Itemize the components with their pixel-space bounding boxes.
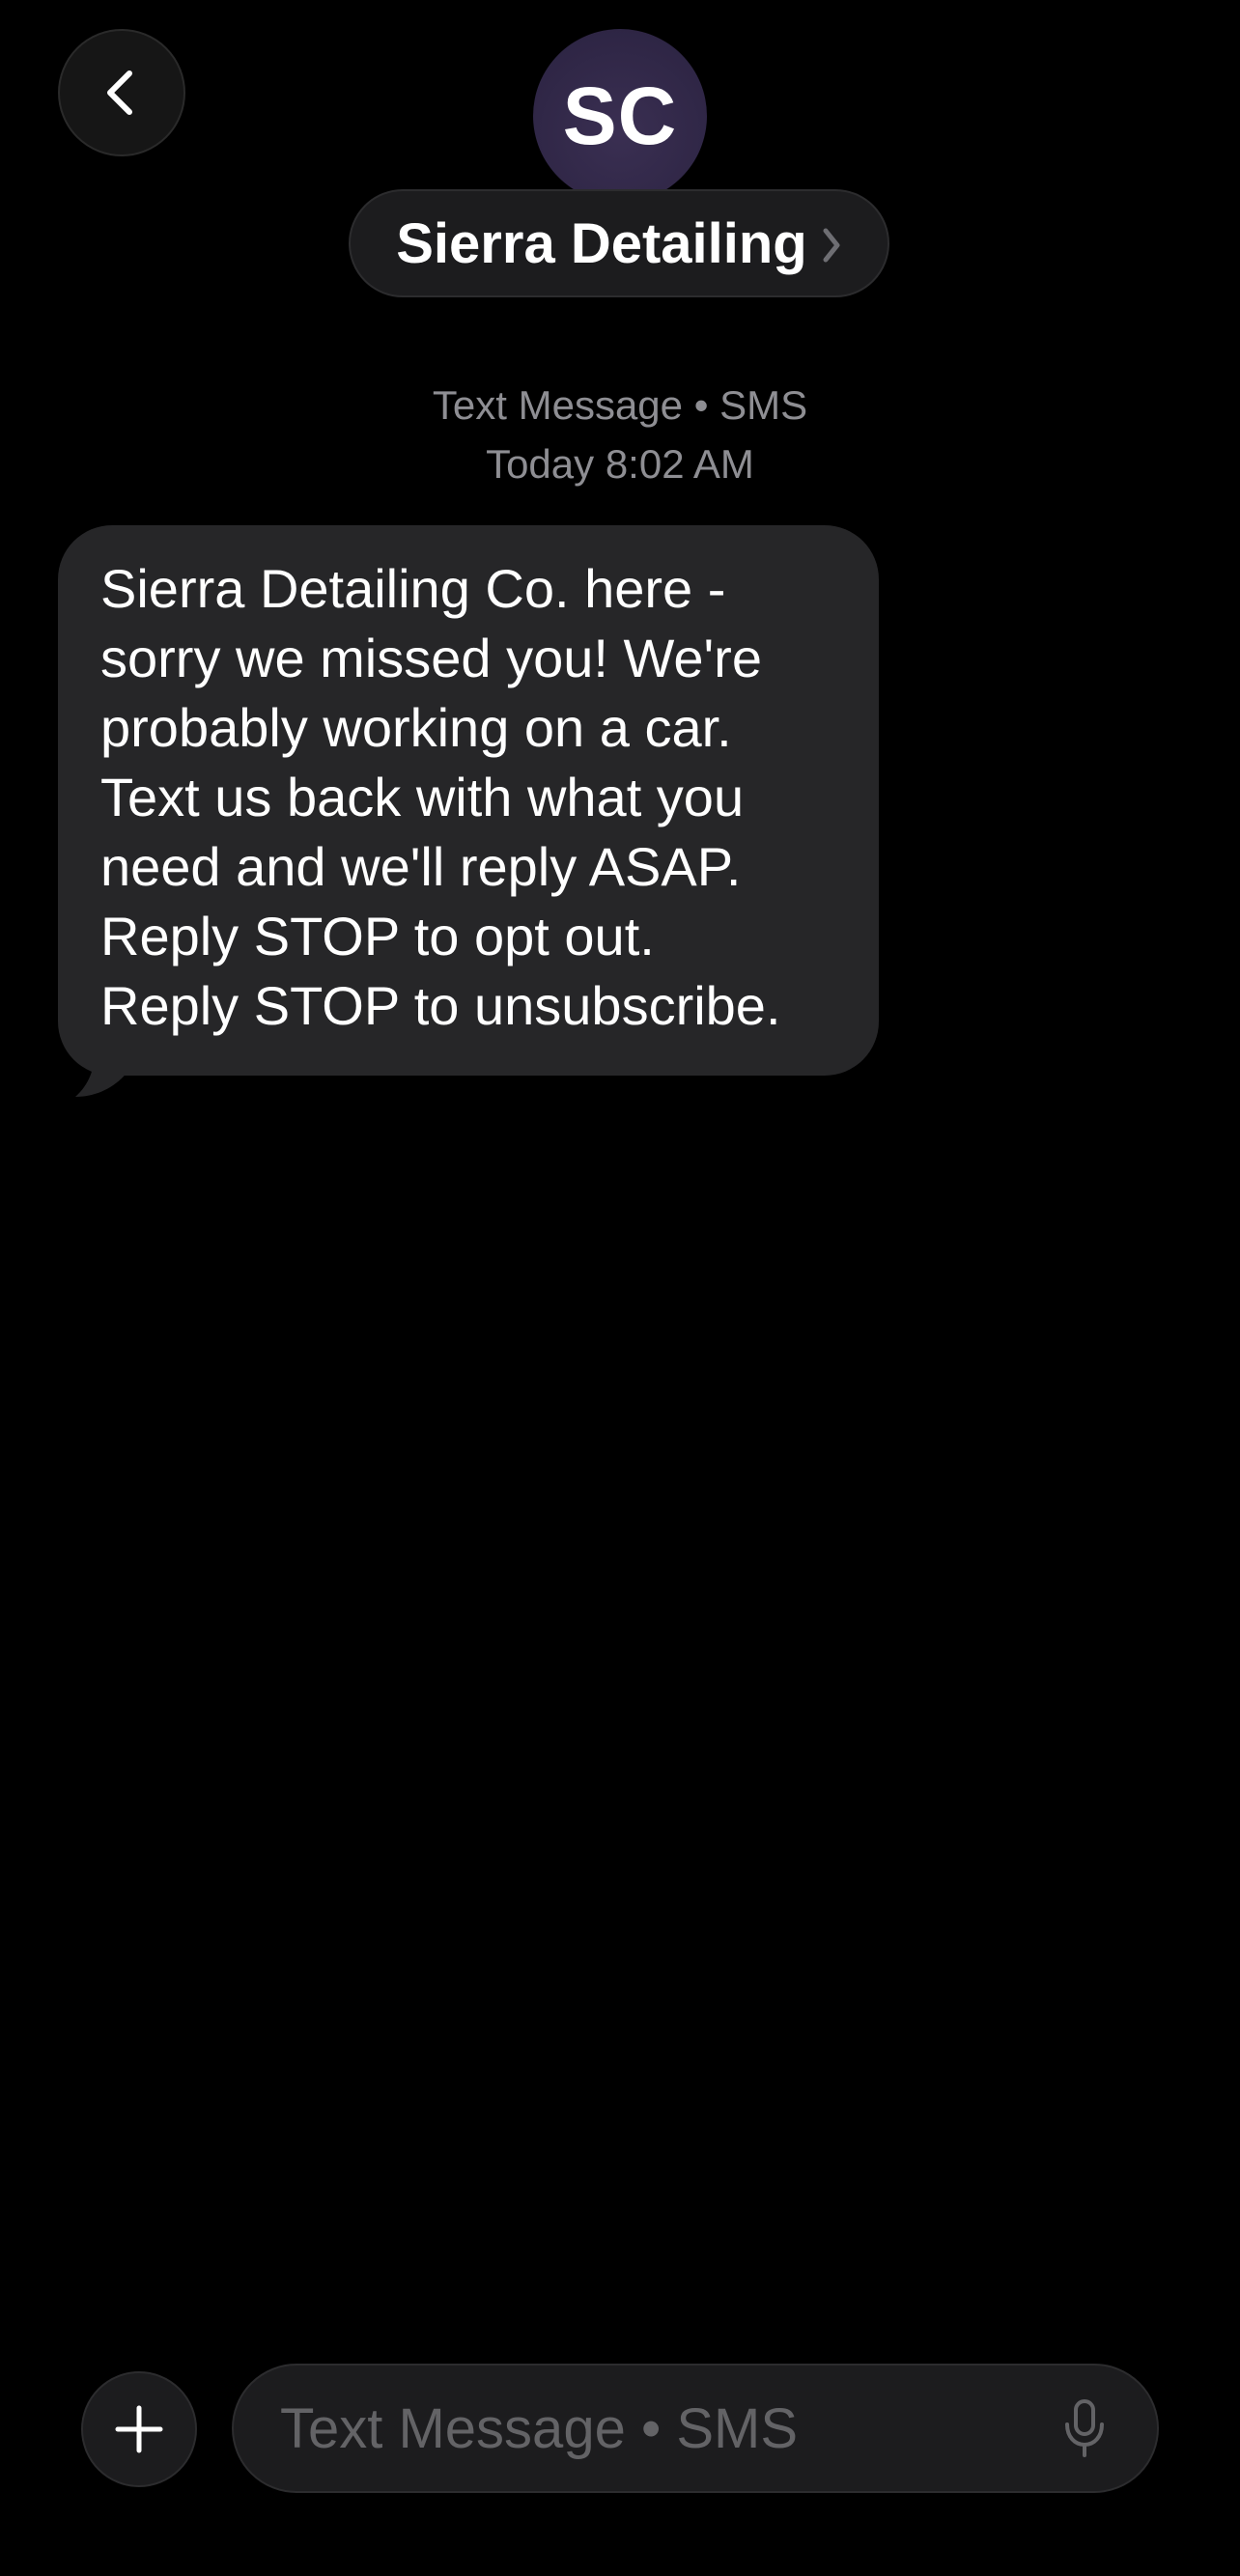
back-button[interactable] [58,29,185,156]
add-attachment-button[interactable] [81,2371,197,2487]
message-line: Reply STOP to unsubscribe. [100,975,781,1036]
contact-name-button[interactable]: Sierra Detailing [349,189,889,297]
time-label: 8:02 AM [605,441,754,487]
microphone-icon [1065,2399,1104,2457]
date-label: Today [486,441,595,487]
message-incoming[interactable]: Sierra Detailing Co. here - sorry we mis… [58,525,879,1097]
service-label: Text Message • SMS [432,382,808,428]
avatar[interactable]: SC [533,29,707,203]
message-bubble: Sierra Detailing Co. here - sorry we mis… [58,525,879,1076]
chevron-left-icon [107,70,132,115]
message-composer [232,2364,1159,2493]
dictation-button[interactable] [1051,2394,1118,2462]
message-line: Reply STOP to opt out. [100,906,655,966]
message-line: Text us back with what you [100,767,745,827]
plus-icon [115,2405,163,2453]
message-line: sorry we missed you! We're [100,628,762,688]
message-line: Sierra Detailing Co. here - [100,558,726,619]
message-line: need and we'll reply ASAP. [100,836,742,897]
chevron-right-icon [823,228,840,263]
timestamp: Today 8:02 AM [0,435,1240,493]
message-input[interactable] [234,2365,1051,2492]
message-line: probably working on a car. [100,697,732,758]
contact-name: Sierra Detailing [396,211,807,275]
